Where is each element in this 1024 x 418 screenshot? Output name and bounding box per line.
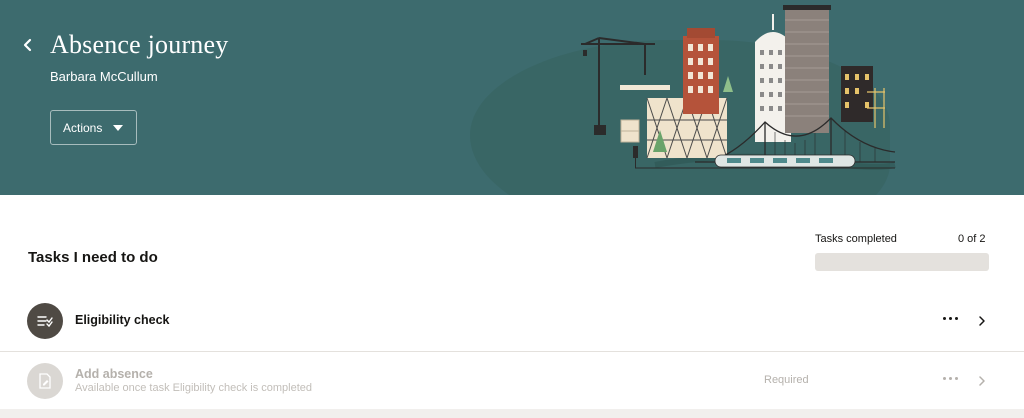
tasks-heading: Tasks I need to do bbox=[28, 249, 158, 266]
header-banner: Absence journey Barbara McCullum Actions bbox=[0, 0, 1024, 195]
task-status: Required bbox=[764, 374, 809, 386]
open-task-button[interactable] bbox=[974, 312, 990, 330]
task-name: Add absence bbox=[75, 367, 153, 381]
task-row-eligibility-check[interactable]: Eligibility check bbox=[0, 292, 1024, 350]
progress-label: Tasks completed bbox=[815, 233, 897, 245]
page-title: Absence journey bbox=[50, 30, 229, 59]
task-subtitle: Available once task Eligibility check is… bbox=[75, 382, 313, 394]
caret-down-icon bbox=[113, 124, 124, 131]
chevron-right-icon bbox=[979, 376, 985, 386]
task-icon bbox=[27, 363, 63, 399]
back-button[interactable] bbox=[18, 34, 38, 56]
more-options-button[interactable] bbox=[936, 308, 964, 328]
dot bbox=[948, 376, 952, 380]
progress-count: 0 of 2 bbox=[958, 233, 986, 245]
task-icon bbox=[27, 303, 63, 339]
document-edit-icon bbox=[39, 373, 51, 389]
city-illustration bbox=[581, 5, 896, 170]
task-name: Eligibility check bbox=[75, 313, 170, 327]
dot bbox=[942, 376, 946, 380]
checklist-icon bbox=[37, 316, 53, 328]
dot bbox=[948, 316, 952, 320]
dot bbox=[954, 376, 958, 380]
actions-button-label: Actions bbox=[63, 120, 103, 135]
dot bbox=[942, 316, 946, 320]
task-row-add-absence: Add absence Available once task Eligibil… bbox=[0, 351, 1024, 409]
dot bbox=[954, 316, 958, 320]
person-name: Barbara McCullum bbox=[50, 69, 158, 84]
progress-bar bbox=[815, 253, 989, 271]
chevron-right-icon bbox=[979, 316, 985, 326]
chevron-left-icon bbox=[23, 38, 32, 52]
actions-button[interactable]: Actions bbox=[50, 110, 137, 145]
footer-strip bbox=[0, 409, 1024, 418]
more-options-button bbox=[936, 368, 964, 388]
open-task-button bbox=[974, 372, 990, 390]
